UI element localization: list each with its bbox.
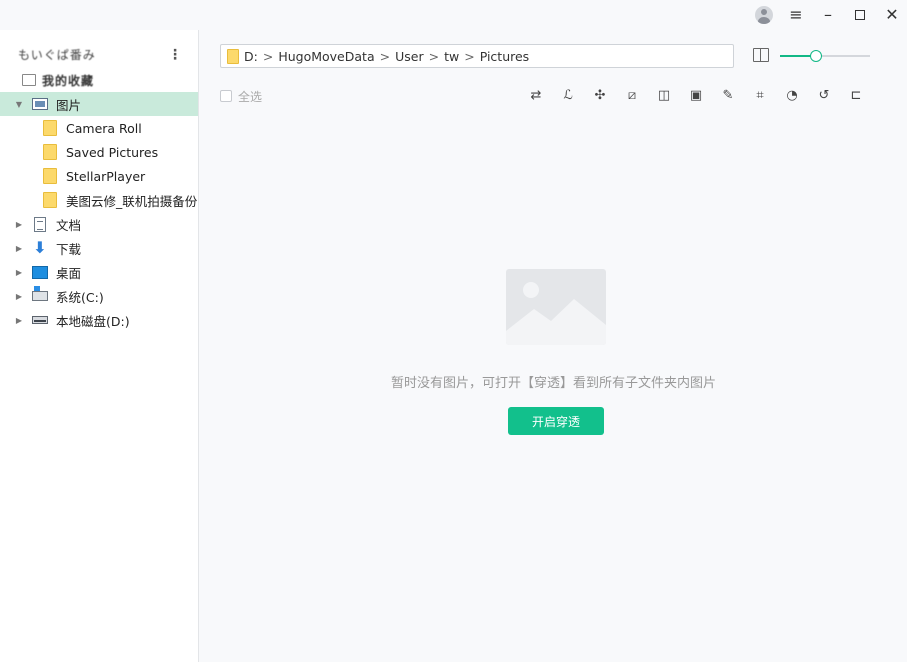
more-options-icon[interactable]: ⋮ xyxy=(168,46,182,64)
expand-arrow-icon[interactable]: ▼ xyxy=(14,99,24,109)
tree-item-desktop[interactable]: ▶ 桌面 xyxy=(0,260,198,284)
tree-item-label: StellarPlayer xyxy=(66,168,146,184)
close-button[interactable]: ✕ xyxy=(880,3,904,27)
path-separator: > xyxy=(464,48,475,64)
remove-bg-icon[interactable]: ◔ xyxy=(783,86,801,104)
collapsed-arrow-icon[interactable]: ▶ xyxy=(14,267,24,277)
collapsed-arrow-icon[interactable]: ▶ xyxy=(14,219,24,229)
tree-item-camera-roll[interactable]: Camera Roll xyxy=(0,116,198,140)
system-drive-icon xyxy=(32,286,48,301)
sidebar-header-text: もいぐぱ番み xyxy=(18,48,96,62)
compress-icon[interactable]: ✣ xyxy=(591,86,609,104)
resize-icon[interactable]: ⧄ xyxy=(623,86,641,104)
title-bar: ≡ – ✕ xyxy=(0,0,907,30)
tree-item-label: Camera Roll xyxy=(66,120,142,136)
collage-icon[interactable]: ◫ xyxy=(655,86,673,104)
tree-item-local-d[interactable]: ▶ 本地磁盘(D:) xyxy=(0,308,198,332)
maximize-button[interactable] xyxy=(848,3,872,27)
pictures-icon xyxy=(32,98,48,110)
rename-icon[interactable]: ⊏ xyxy=(847,86,865,104)
tree-item-label: 桌面 xyxy=(56,265,82,281)
folder-icon xyxy=(43,120,57,136)
sidebar: もいぐぱ番み ⋮ 我的收藏 ▼ 图片 Camera Roll Saved Pic… xyxy=(0,30,199,662)
select-all[interactable]: 全选 xyxy=(220,88,262,104)
sidebar-header: もいぐぱ番み ⋮ xyxy=(18,46,188,64)
path-separator: > xyxy=(262,48,274,64)
tree-item-label: 下载 xyxy=(56,241,82,257)
tree-item-downloads[interactable]: ▶ ⬇ 下载 xyxy=(0,236,198,260)
collapsed-arrow-icon[interactable]: ▶ xyxy=(14,315,24,325)
crop-icon[interactable]: ⌗ xyxy=(751,86,769,104)
favorites-item[interactable]: 我的收藏 xyxy=(22,71,94,89)
tree-item-saved-pictures[interactable]: Saved Pictures xyxy=(0,140,198,164)
favorites-icon xyxy=(22,74,36,86)
main-panel: D: > HugoMoveData > User > tw > Pictures… xyxy=(200,30,907,662)
download-icon: ⬇ xyxy=(33,238,47,257)
path-separator: > xyxy=(428,48,440,64)
favorites-label: 我的收藏 xyxy=(42,73,95,88)
folder-icon xyxy=(227,48,239,64)
enable-penetrate-button[interactable]: 开启穿透 xyxy=(508,407,604,435)
tree-item-label: 系统(C:) xyxy=(56,289,104,305)
edit-icon[interactable]: ✎ xyxy=(719,86,737,104)
minimize-icon: – xyxy=(824,5,832,24)
empty-image-placeholder-icon xyxy=(506,269,606,345)
zoom-slider[interactable] xyxy=(780,49,870,63)
document-icon xyxy=(34,216,46,232)
zoom-knob[interactable] xyxy=(810,50,822,62)
tree-item-label: 图片 xyxy=(56,97,82,113)
path-segment[interactable]: User xyxy=(395,49,424,64)
view-mode-icon[interactable] xyxy=(753,48,769,62)
menu-button[interactable]: ≡ xyxy=(784,3,808,27)
tree-item-label: Saved Pictures xyxy=(66,144,159,160)
path-segment[interactable]: HugoMoveData xyxy=(278,49,374,64)
tree-item-meitu-backup[interactable]: 美图云修_联机拍摄备份 xyxy=(0,188,198,212)
drive-icon xyxy=(32,316,48,324)
folder-tree: ▼ 图片 Camera Roll Saved Pictures StellarP… xyxy=(0,92,198,332)
desktop-icon xyxy=(32,265,48,279)
collapsed-arrow-icon[interactable]: ▶ xyxy=(14,291,24,301)
pdf-icon[interactable]: ℒ xyxy=(559,86,577,104)
folder-icon xyxy=(43,168,57,184)
empty-state-message: 暂时没有图片，可打开【穿透】看到所有子文件夹内图片 xyxy=(390,376,716,391)
tree-item-system-c[interactable]: ▶ 系统(C:) xyxy=(0,284,198,308)
maximize-icon xyxy=(855,10,865,20)
close-icon: ✕ xyxy=(885,5,899,24)
collapsed-arrow-icon[interactable]: ▶ xyxy=(14,243,24,253)
tree-item-label: 文档 xyxy=(56,217,82,233)
minimize-button[interactable]: – xyxy=(816,3,840,27)
tree-item-stellarplayer[interactable]: StellarPlayer xyxy=(0,164,198,188)
tree-item-label: 本地磁盘(D:) xyxy=(56,313,130,329)
select-all-checkbox[interactable] xyxy=(220,90,232,102)
tree-item-documents[interactable]: ▶ 文档 xyxy=(0,212,198,236)
path-bar[interactable]: D: > HugoMoveData > User > tw > Pictures xyxy=(220,44,734,68)
user-avatar-button[interactable] xyxy=(752,3,776,27)
select-all-label: 全选 xyxy=(238,89,263,104)
path-separator: > xyxy=(379,48,391,64)
path-segment[interactable]: tw xyxy=(444,49,459,64)
folder-icon xyxy=(43,192,57,208)
hamburger-icon: ≡ xyxy=(789,5,803,24)
image-toolbar: ⇄ ℒ ✣ ⧄ ◫ ▣ ✎ ⌗ ◔ ↺ ⊏ xyxy=(527,86,865,106)
path-segment[interactable]: D: xyxy=(244,49,258,64)
folder-icon xyxy=(43,144,57,160)
tree-item-pictures[interactable]: ▼ 图片 xyxy=(0,92,198,116)
path-segment[interactable]: Pictures xyxy=(480,49,530,64)
rotate-icon[interactable]: ↺ xyxy=(815,86,833,104)
tree-item-label: 美图云修_联机拍摄备份 xyxy=(66,193,198,209)
watermark-icon[interactable]: ▣ xyxy=(687,86,705,104)
avatar-icon xyxy=(755,6,773,24)
convert-icon[interactable]: ⇄ xyxy=(527,86,545,104)
